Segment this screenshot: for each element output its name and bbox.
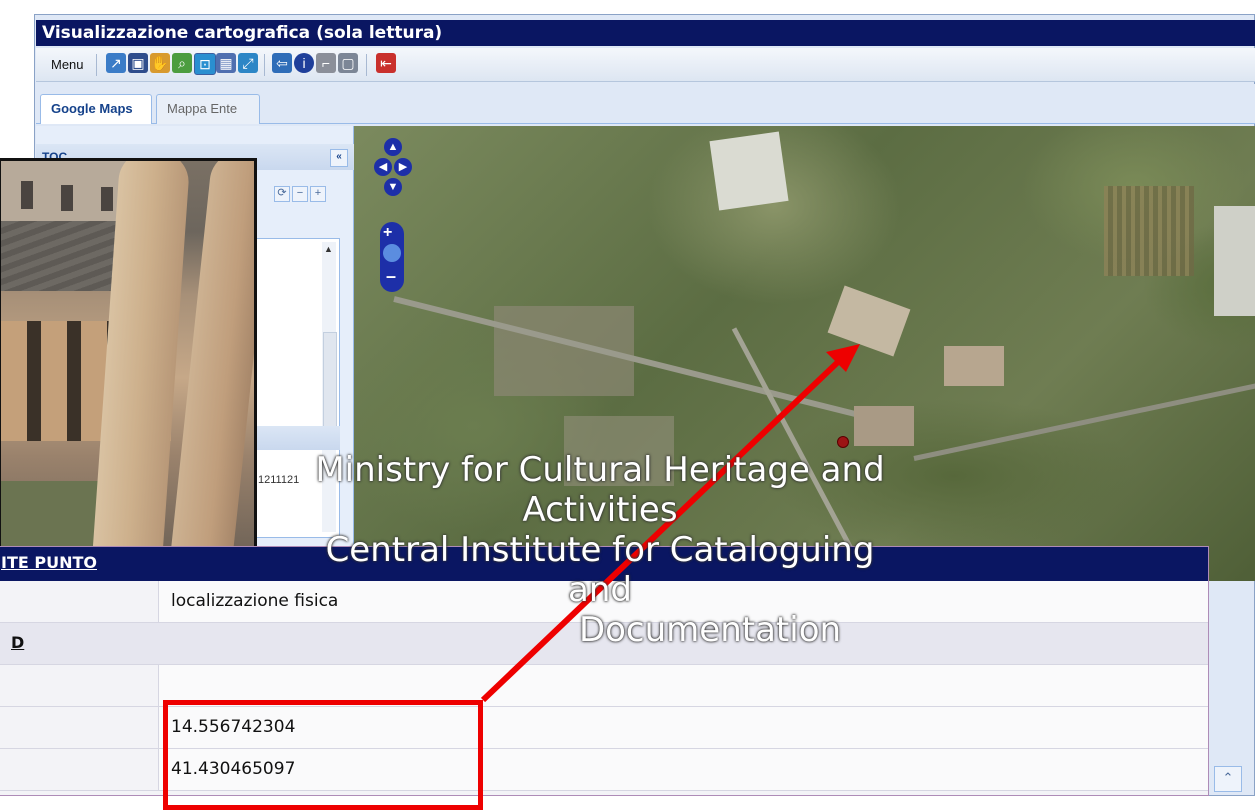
row-label [0,581,159,622]
full-extent-icon[interactable]: ▦ [216,53,236,73]
toolbar-separator [366,54,367,76]
pan-up-icon[interactable]: ▲ [384,138,402,156]
export-icon[interactable]: ↗ [106,53,126,73]
map-building [944,346,1004,386]
save-icon[interactable]: ▣ [128,53,148,73]
coordinates-highlight [163,700,483,810]
map-building [827,285,911,357]
select-icon[interactable]: ▢ [338,53,358,73]
zoom-out-icon[interactable]: – [386,266,396,287]
monument-photo [0,158,257,558]
detail-title: ITE PUNTO [1,553,97,572]
toc-footer-bar [254,426,340,450]
watermark-line: Documentation [578,610,842,650]
toolbar-separator [264,54,265,76]
refresh-icon[interactable]: ⟳ [274,186,290,202]
menu-button[interactable]: Menu [44,54,91,76]
watermark-text: Ministry for Cultural Heritage and Activ… [300,450,900,650]
zoom-icon[interactable]: ⌕ [172,53,192,73]
watermark-line: Central Institute for Cataloguing and [325,530,875,610]
tab-google-maps[interactable]: Google Maps [40,94,152,124]
expand-all-icon[interactable]: + [310,186,326,202]
scroll-thumb[interactable] [323,332,337,434]
exit-icon[interactable]: ⇤ [376,53,396,73]
map-field [709,131,789,211]
pan-down-icon[interactable]: ▼ [384,178,402,196]
pan-left-icon[interactable]: ◀ [374,158,392,176]
section-label: D [11,633,25,652]
map-road [913,381,1255,461]
watermark-line: Ministry for Cultural Heritage and Activ… [315,450,885,530]
zoom-box-icon[interactable]: ⊡ [194,53,216,75]
map-orchard [1104,186,1194,276]
photo-window [61,185,73,211]
row-label [0,749,159,790]
scroll-top-icon[interactable]: ⌃ [1214,766,1242,792]
zoom-in-icon[interactable]: + [383,224,392,242]
pan-control: ▲ ◀ ▶ ▼ [374,138,412,212]
measure-icon[interactable]: ⌐ [316,53,336,73]
toolbar-separator [96,54,97,76]
location-marker[interactable] [837,436,849,448]
toolbar: Menu ↗ ▣ ✋ ⌕ ⊡ ▦ ⤢ ⇦ i ⌐ ▢ ⇤ [36,48,1255,82]
pan-hand-icon[interactable]: ✋ [150,53,170,73]
info-icon[interactable]: i [294,53,314,73]
row-label [0,707,159,748]
collapse-icon[interactable]: « [330,149,348,167]
pan-right-icon[interactable]: ▶ [394,158,412,176]
collapse-all-icon[interactable]: − [292,186,308,202]
map-building [854,406,914,446]
map-quarry [1214,206,1255,316]
photo-window [21,181,33,209]
globe-icon[interactable] [383,244,401,262]
window-title: Visualizzazione cartografica (sola lettu… [36,20,1255,46]
back-icon[interactable]: ⇦ [272,53,292,73]
tab-strip: Google Maps Mappa Ente [36,84,1255,124]
scroll-up-icon[interactable]: ▲ [324,244,333,254]
tab-mappa-ente[interactable]: Mappa Ente [156,94,260,124]
zoom-bar: + – [380,222,404,292]
photo-window [101,187,113,211]
fit-icon[interactable]: ⤢ [238,53,258,73]
row-label [0,665,159,706]
toc-cell-text: 1211121 [258,474,300,486]
